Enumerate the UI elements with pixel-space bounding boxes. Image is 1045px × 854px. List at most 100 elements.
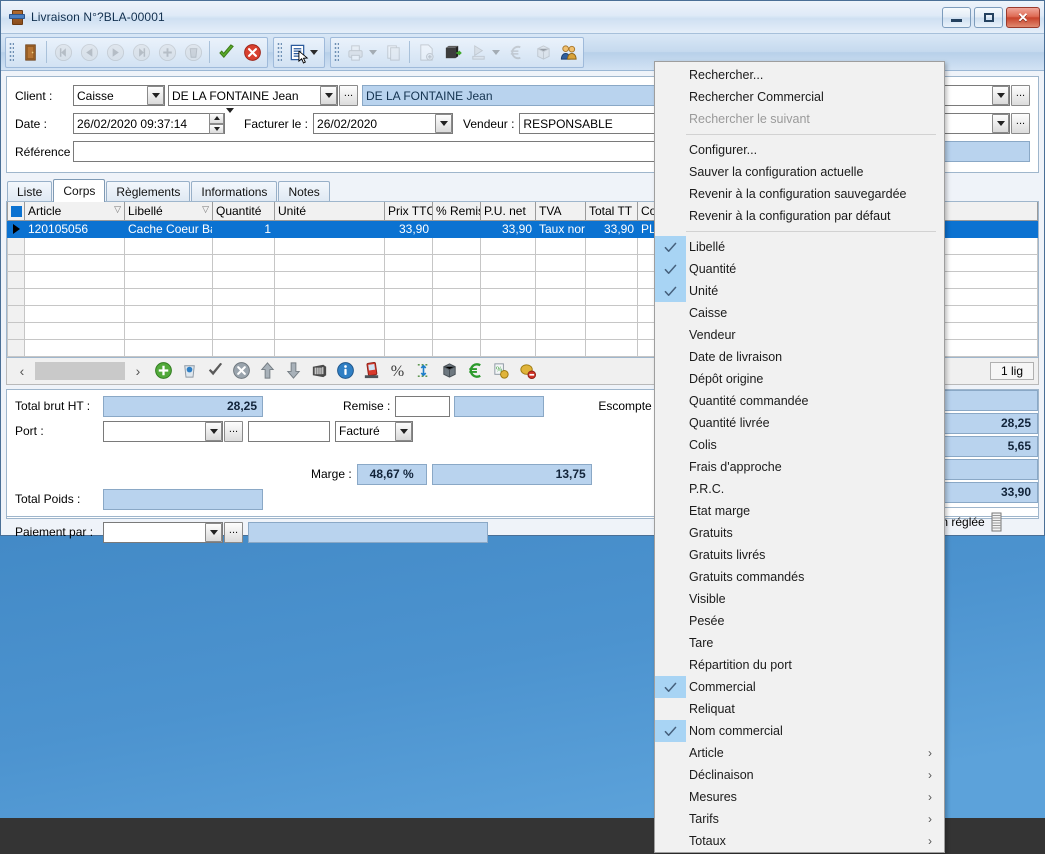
chevron-down-icon[interactable] [395, 422, 412, 441]
menu-item-frais-d-approche[interactable]: Frais d'approche [655, 456, 944, 478]
menu-item-gratuits[interactable]: Gratuits [655, 522, 944, 544]
date-dropdown-icon[interactable] [226, 113, 234, 134]
menu-item-reliquat[interactable]: Reliquat [655, 698, 944, 720]
toolbar-grip-icon[interactable] [277, 42, 282, 63]
first-record-button[interactable] [50, 39, 76, 65]
menu-item-colis[interactable]: Colis [655, 434, 944, 456]
list-config-button[interactable] [285, 39, 309, 65]
tab-reglements[interactable]: Règlements [106, 181, 190, 201]
paiement-browse-button[interactable]: ... [224, 522, 243, 543]
menu-item-pes-e[interactable]: Pesée [655, 610, 944, 632]
menu-item-unit[interactable]: Unité [655, 280, 944, 302]
barcode-button[interactable] [307, 359, 331, 383]
menu-item-visible[interactable]: Visible [655, 588, 944, 610]
paiement-combo[interactable] [103, 522, 222, 543]
exit-door-button[interactable] [17, 39, 43, 65]
document-stack-icon[interactable] [990, 512, 1003, 532]
client-browse-button[interactable]: ... [339, 85, 358, 106]
cancel-line-button[interactable] [229, 359, 253, 383]
validate-button[interactable] [213, 39, 239, 65]
col-remise[interactable]: % Remis [433, 202, 481, 220]
chevron-down-icon[interactable] [369, 50, 377, 55]
euro-button[interactable] [503, 39, 529, 65]
discount-button[interactable]: % [489, 359, 513, 383]
preview-button[interactable] [380, 39, 406, 65]
right-field-2-browse[interactable]: ... [1011, 113, 1030, 134]
menu-item-quantit[interactable]: Quantité [655, 258, 944, 280]
chevron-down-icon[interactable] [992, 86, 1009, 105]
add-line-button[interactable] [151, 359, 175, 383]
transform-document-button[interactable] [439, 39, 465, 65]
port-combo[interactable] [103, 421, 222, 442]
pda-button[interactable] [359, 359, 383, 383]
info-button[interactable] [333, 359, 357, 383]
port-browse-button[interactable]: ... [224, 421, 243, 442]
settlement-button[interactable] [465, 39, 491, 65]
minimize-button[interactable] [942, 7, 971, 28]
date-spinner[interactable]: 26/02/2020 09:37:14 [73, 113, 224, 134]
tab-notes[interactable]: Notes [278, 181, 329, 201]
menu-item-d-clinaison[interactable]: Déclinaison› [655, 764, 944, 786]
euro-green-button[interactable] [463, 359, 487, 383]
client-name-combo[interactable]: DE LA FONTAINE Jean [168, 85, 337, 106]
last-record-button[interactable] [128, 39, 154, 65]
validate-line-button[interactable] [203, 359, 227, 383]
menu-item-etat-marge[interactable]: Etat marge [655, 500, 944, 522]
col-quantite[interactable]: Quantité [213, 202, 275, 220]
percent-button[interactable]: % [385, 359, 409, 383]
previous-record-button[interactable] [76, 39, 102, 65]
contacts-button[interactable] [555, 39, 581, 65]
cell-total-tt[interactable]: 33,90 [586, 220, 638, 237]
menu-item-libell[interactable]: Libellé [655, 236, 944, 258]
menu-item-rechercher-commercial[interactable]: Rechercher Commercial [655, 86, 944, 108]
cell-quantite[interactable]: 1 [213, 220, 275, 237]
cancel-button[interactable] [239, 39, 265, 65]
grid-nav-field[interactable] [35, 362, 125, 380]
chevron-down-icon[interactable] [320, 86, 337, 105]
menu-item-mesures[interactable]: Mesures› [655, 786, 944, 808]
menu-item-date-de-livraison[interactable]: Date de livraison [655, 346, 944, 368]
close-button[interactable]: ✕ [1006, 7, 1040, 28]
grid-next-button[interactable]: › [127, 363, 149, 379]
menu-item-quantit-livr-e[interactable]: Quantité livrée [655, 412, 944, 434]
menu-item-totaux[interactable]: Totaux› [655, 830, 944, 852]
menu-item-caisse[interactable]: Caisse [655, 302, 944, 324]
menu-item-p-r-c[interactable]: P.R.C. [655, 478, 944, 500]
cell-pu-net[interactable]: 33,90 [481, 220, 536, 237]
col-unite[interactable]: Unité [275, 202, 385, 220]
right-field-1-browse[interactable]: ... [1011, 85, 1030, 106]
chevron-down-icon[interactable] [147, 86, 164, 105]
cell-article[interactable]: 120105056 [25, 220, 125, 237]
facturer-value[interactable]: 26/02/2020 [313, 113, 453, 134]
menu-item-r-partition-du-port[interactable]: Répartition du port [655, 654, 944, 676]
column-config-context-menu[interactable]: Rechercher...Rechercher CommercialRecher… [654, 61, 945, 853]
chevron-down-icon[interactable] [310, 50, 318, 55]
menu-item-quantit-command-e[interactable]: Quantité commandée [655, 390, 944, 412]
menu-item-gratuits-livr-s[interactable]: Gratuits livrés [655, 544, 944, 566]
facturer-combo[interactable]: 26/02/2020 [313, 113, 452, 134]
menu-item-tarifs[interactable]: Tarifs› [655, 808, 944, 830]
tab-corps[interactable]: Corps [53, 179, 105, 202]
chevron-down-icon[interactable] [205, 523, 222, 542]
col-tva[interactable]: TVA [536, 202, 586, 220]
resize-button[interactable] [411, 359, 435, 383]
date-value[interactable]: 26/02/2020 09:37:14 [73, 113, 225, 134]
cell-unite[interactable] [275, 220, 385, 237]
maximize-button[interactable] [974, 7, 1003, 28]
menu-item-vendeur[interactable]: Vendeur [655, 324, 944, 346]
cell-libelle[interactable]: Cache Coeur Barbi [125, 220, 213, 237]
menu-item-revenir-la-configuration-sauvegard-e[interactable]: Revenir à la configuration sauvegardée [655, 183, 944, 205]
move-up-button[interactable] [255, 359, 279, 383]
tab-informations[interactable]: Informations [191, 181, 277, 201]
print-button[interactable] [342, 39, 368, 65]
stock-button[interactable] [529, 39, 555, 65]
title-bar[interactable]: Livraison N°?BLA-00001 ✕ [1, 1, 1044, 34]
col-libelle[interactable]: Libellé▽ [125, 202, 213, 220]
chevron-down-icon[interactable] [992, 114, 1009, 133]
remise-input[interactable] [395, 396, 450, 417]
cell-prix-ttc[interactable]: 33,90 [385, 220, 433, 237]
menu-item-d-p-t-origine[interactable]: Dépôt origine [655, 368, 944, 390]
cell-tva[interactable]: Taux nor [536, 220, 586, 237]
next-record-button[interactable] [102, 39, 128, 65]
menu-item-commercial[interactable]: Commercial [655, 676, 944, 698]
